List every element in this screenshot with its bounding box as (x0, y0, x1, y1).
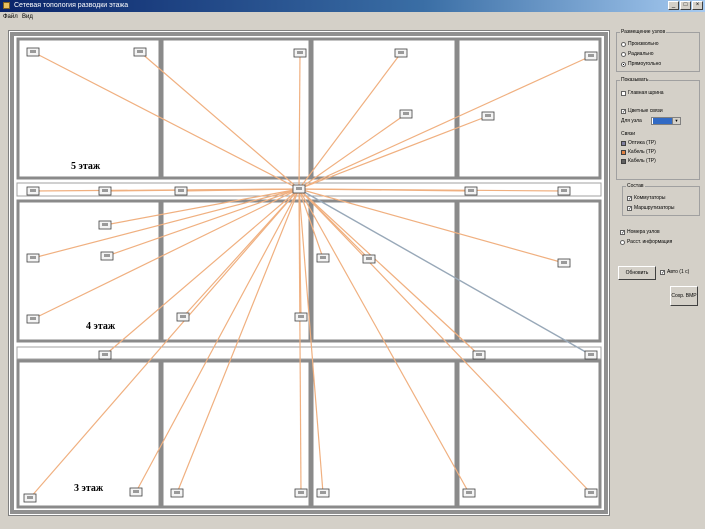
color-links-checkbox[interactable]: ✓ Цветные связи (621, 108, 663, 114)
color-swatch (621, 140, 626, 146)
placement-option-rect[interactable]: Прямоугольно (621, 61, 661, 67)
node-screen-icon (588, 54, 594, 57)
placement-option-radial[interactable]: Радиально (621, 51, 654, 57)
room-floor3 (456, 359, 602, 509)
checkbox-checked-icon[interactable]: ✓ (660, 269, 665, 275)
window-controls: _ □ × (668, 1, 703, 10)
menu-file[interactable]: Файл (3, 12, 18, 22)
room-floor3 (160, 359, 312, 509)
node-screen-icon (27, 496, 33, 499)
node-screen-icon (102, 223, 108, 226)
node-screen-icon (297, 51, 303, 54)
node-screen-icon (561, 261, 567, 264)
checkbox-icon[interactable] (621, 90, 626, 96)
display-title: Показывать (620, 77, 650, 83)
node-screen-icon (298, 491, 304, 494)
room-floor4 (310, 199, 458, 343)
node-screen-icon (102, 353, 108, 356)
floor-plan-canvas[interactable]: 5 этаж 4 этаж 3 этаж (8, 30, 610, 516)
close-icon[interactable]: × (692, 1, 703, 10)
links-title: Связи (621, 131, 636, 137)
auto-refresh-checkbox[interactable]: ✓ Авто (1 с) (660, 269, 689, 275)
routers-checkbox[interactable]: ✓ Маршрутизаторы (627, 205, 674, 211)
main-line-checkbox[interactable]: Главная шрина (621, 90, 664, 96)
node-screen-icon (30, 50, 36, 53)
node-screen-icon (320, 256, 326, 259)
node-screen-icon (298, 315, 304, 318)
node-screen-icon (296, 187, 302, 190)
composition-title: Состав (626, 183, 645, 189)
floor-label-5: 5 этаж (71, 161, 101, 172)
app-icon (3, 2, 10, 9)
radio-icon[interactable] (621, 51, 626, 57)
composition-group: Состав ✓ Коммутаторы ✓ Маршрутизаторы (622, 183, 700, 216)
room-floor5 (16, 37, 162, 180)
radio-selected-icon[interactable] (621, 61, 626, 67)
menu-view[interactable]: Вид (22, 12, 33, 22)
node-screen-icon (366, 257, 372, 260)
node-screen-icon (30, 189, 36, 192)
node-screen-icon (133, 490, 139, 493)
extra-info-radio[interactable]: Расст. информация (620, 239, 672, 245)
node-screen-icon (320, 491, 326, 494)
placement-title: Размещение узлов (620, 29, 667, 35)
save-bmp-button[interactable]: Сохр. BMP (670, 286, 698, 306)
floor-label-3: 3 этаж (74, 483, 104, 494)
refresh-button[interactable]: Обновить (618, 266, 656, 280)
minimize-icon[interactable]: _ (668, 1, 679, 10)
radio-icon[interactable] (620, 239, 625, 245)
floor-label-4: 4 этаж (86, 321, 116, 332)
checkbox-checked-icon[interactable]: ✓ (627, 205, 632, 211)
node-color-label: Для узла (621, 118, 642, 124)
checkbox-checked-icon[interactable]: ✓ (620, 229, 625, 235)
node-screen-icon (476, 353, 482, 356)
node-screen-icon (398, 51, 404, 54)
placement-group: Размещение узлов Произвольно Радиально П… (616, 29, 700, 72)
maximize-icon[interactable]: □ (680, 1, 691, 10)
link-legend-optic: Оптика (TP) (621, 140, 656, 146)
node-screen-icon (30, 317, 36, 320)
radio-icon[interactable] (621, 41, 626, 47)
display-group: Показывать Главная шрина ✓ Цветные связи … (616, 77, 700, 180)
room-floor3 (310, 359, 458, 509)
checkbox-checked-icon[interactable]: ✓ (621, 108, 626, 114)
node-screen-icon (104, 254, 110, 257)
node-screen-icon (561, 189, 567, 192)
node-screen-icon (588, 491, 594, 494)
node-screen-icon (180, 315, 186, 318)
node-screen-icon (466, 491, 472, 494)
room-floor5 (456, 37, 602, 180)
node-screen-icon (174, 491, 180, 494)
node-screen-icon (485, 114, 491, 117)
menu-bar: Файл Вид (0, 12, 705, 22)
color-swatch (621, 158, 626, 164)
link-legend-cable-1: Кабель (TP) (621, 149, 656, 155)
color-swatch (621, 149, 626, 155)
floor-plan-drawing (10, 32, 608, 514)
node-numbers-checkbox[interactable]: ✓ Номера узлов (620, 229, 660, 235)
placement-option-free[interactable]: Произвольно (621, 41, 659, 47)
control-panel: Размещение узлов Произвольно Радиально П… (614, 28, 702, 328)
switches-checkbox[interactable]: ✓ Коммутаторы (627, 195, 665, 201)
chevron-down-icon[interactable]: ▼ (672, 118, 680, 124)
node-screen-icon (468, 189, 474, 192)
node-screen-icon (30, 256, 36, 259)
window-title: Сетевая топология разводки этажа (14, 2, 129, 9)
node-screen-icon (137, 50, 143, 53)
node-screen-icon (588, 353, 594, 356)
node-screen-icon (403, 112, 409, 115)
room-floor5 (310, 37, 458, 180)
title-bar: Сетевая топология разводки этажа _ □ × (0, 0, 705, 12)
node-screen-icon (102, 189, 108, 192)
node-color-select[interactable]: ▼ (651, 117, 681, 125)
link-legend-cable-2: Кабель (TP) (621, 158, 656, 164)
node-screen-icon (178, 189, 184, 192)
checkbox-checked-icon[interactable]: ✓ (627, 195, 632, 201)
